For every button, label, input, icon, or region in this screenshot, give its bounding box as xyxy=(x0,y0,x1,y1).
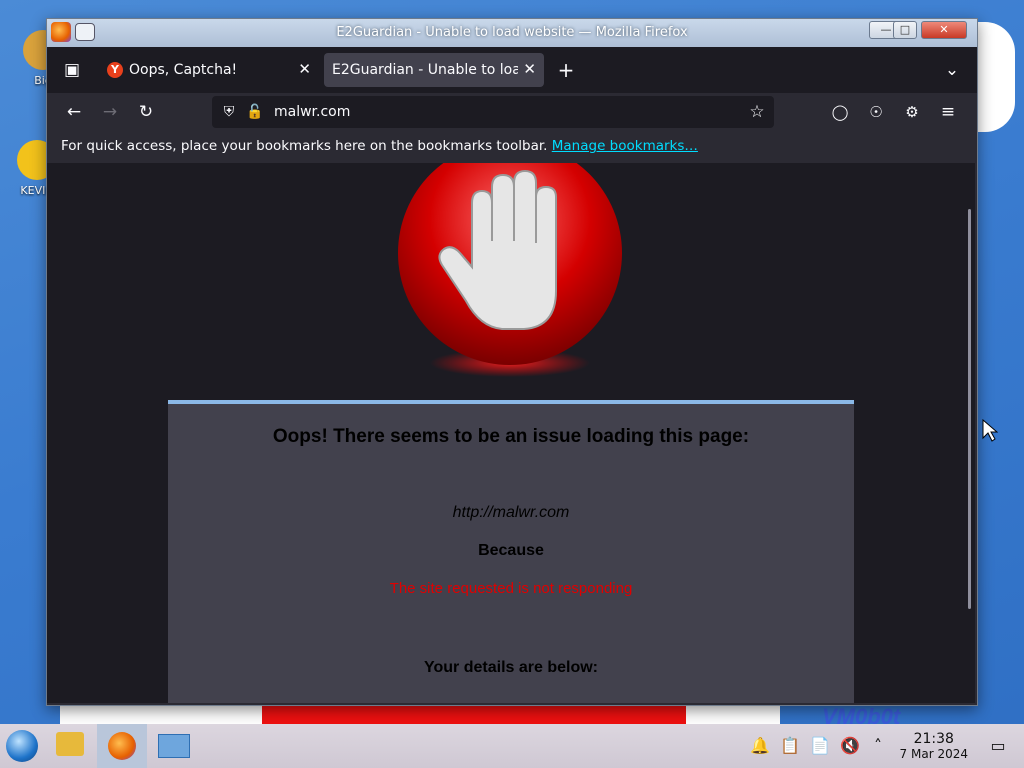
bookmark-star-icon[interactable]: ☆ xyxy=(746,101,768,123)
back-button[interactable]: ← xyxy=(63,101,85,123)
error-panel: Oops! There seems to be an issue loading… xyxy=(168,400,854,703)
taskbar-system-settings[interactable] xyxy=(152,724,196,768)
show-desktop-icon[interactable]: ▭ xyxy=(988,736,1008,756)
extensions-icon[interactable]: ⚙ xyxy=(901,101,923,123)
tab-label: E2Guardian - Unable to load website xyxy=(332,62,518,78)
tab-bar: ▣ Y Oops, Captcha! ✕ E2Guardian - Unable… xyxy=(47,47,977,93)
start-button[interactable] xyxy=(4,724,42,768)
page-content: Oops! There seems to be an issue loading… xyxy=(47,163,975,703)
window-title: E2Guardian - Unable to load website — Mo… xyxy=(336,25,688,40)
clipboard-manager-icon[interactable]: 📋 xyxy=(780,736,800,756)
manage-bookmarks-link[interactable]: Manage bookmarks… xyxy=(552,138,698,154)
maximize-button[interactable]: □ xyxy=(893,21,917,39)
taskbar: 🔔 📋 📄 🔇 ˄ 21:38 7 Mar 2024 ▭ xyxy=(0,724,1024,768)
account-icon[interactable]: ☉ xyxy=(865,101,887,123)
show-hidden-icons-chevron-icon[interactable]: ˄ xyxy=(868,736,888,756)
folder-icon xyxy=(56,732,84,756)
window-titlebar[interactable]: E2Guardian - Unable to load website — Mo… xyxy=(47,19,977,47)
new-tab-button[interactable]: + xyxy=(555,59,577,81)
pocket-icon[interactable]: ◯ xyxy=(829,101,851,123)
volume-muted-icon[interactable]: 🔇 xyxy=(840,736,860,756)
bookmarks-toolbar: For quick access, place your bookmarks h… xyxy=(47,131,977,163)
shield-icon[interactable]: ⛨ xyxy=(218,101,240,123)
forward-button[interactable]: → xyxy=(99,101,121,123)
list-all-tabs-icon[interactable]: ⌄ xyxy=(941,59,963,81)
navigation-toolbar: ← → ↻ ⛨ 🔓 malwr.com ☆ ◯ ☉ ⚙ ≡ xyxy=(47,93,977,131)
clock-date: 7 Mar 2024 xyxy=(899,747,968,761)
url-bar[interactable]: ⛨ 🔓 malwr.com ☆ xyxy=(212,96,774,128)
bookmarks-hint: For quick access, place your bookmarks h… xyxy=(61,138,698,154)
bookmarks-hint-text: For quick access, place your bookmarks h… xyxy=(61,138,548,154)
clipboard-icon[interactable]: 📄 xyxy=(810,736,830,756)
clock[interactable]: 21:38 7 Mar 2024 xyxy=(900,731,968,761)
because-label: Because xyxy=(478,542,544,559)
menu-hamburger-icon[interactable]: ≡ xyxy=(937,101,959,123)
desktop-wallpaper-shape xyxy=(975,22,1015,132)
tab-e2guardian[interactable]: E2Guardian - Unable to load website ✕ xyxy=(324,53,544,87)
reload-button[interactable]: ↻ xyxy=(135,101,157,123)
taskbar-file-manager[interactable] xyxy=(48,724,92,768)
details-heading: Your details are below: xyxy=(424,659,598,676)
yandex-favicon-icon: Y xyxy=(107,62,123,78)
tab-oops-captcha[interactable]: Y Oops, Captcha! ✕ xyxy=(97,53,319,87)
firefox-window: E2Guardian - Unable to load website — Mo… xyxy=(46,18,978,706)
insecure-lock-icon[interactable]: 🔓 xyxy=(244,101,266,123)
start-orb-icon xyxy=(6,730,38,762)
blocked-url: http://malwr.com xyxy=(452,504,570,521)
mouse-cursor xyxy=(982,419,998,442)
stop-hand-icon xyxy=(398,163,622,377)
firefox-view-icon[interactable]: ▣ xyxy=(61,59,83,81)
clock-time: 21:38 xyxy=(913,731,954,747)
taskbar-firefox[interactable] xyxy=(97,724,147,768)
close-tab-icon[interactable]: ✕ xyxy=(298,60,311,78)
tab-label: Oops, Captcha! xyxy=(129,62,238,78)
page-scrollbar[interactable] xyxy=(968,209,971,609)
desktop-wallpaper-red xyxy=(262,704,686,724)
firefox-icon xyxy=(108,732,136,760)
url-text[interactable]: malwr.com xyxy=(274,104,350,120)
close-tab-icon[interactable]: ✕ xyxy=(519,60,536,78)
control-panel-icon xyxy=(158,734,190,758)
error-reason: The site requested is not responding xyxy=(389,580,633,597)
error-heading: Oops! There seems to be an issue loading… xyxy=(272,426,750,447)
notifications-icon[interactable]: 🔔 xyxy=(750,736,770,756)
close-button[interactable]: ✕ xyxy=(921,21,967,39)
